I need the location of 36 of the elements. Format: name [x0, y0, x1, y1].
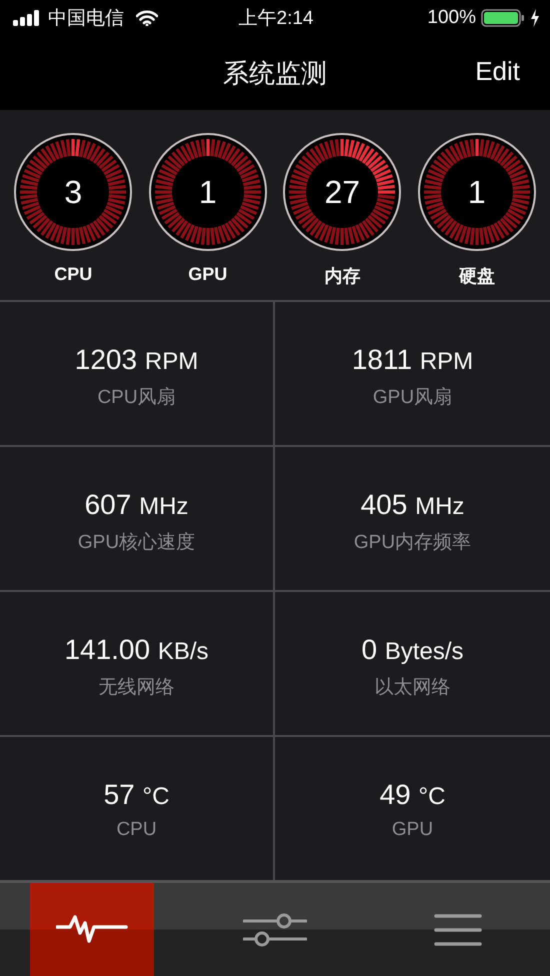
metric-label: GPU内存频率 [354, 531, 472, 555]
metric-value: 57 °C [104, 779, 170, 811]
metric-label: GPU [392, 819, 434, 841]
metric-label: GPU风扇 [372, 386, 452, 410]
signal-icon [12, 10, 42, 26]
tab-button[interactable] [30, 883, 154, 976]
gauge-label: GPU [188, 264, 228, 285]
edit-button[interactable]: Edit [473, 54, 522, 89]
gauge-label: 硬盘 [458, 265, 495, 288]
gauge-value: 1 [198, 176, 217, 208]
metric-value: 141.00 KB/s [64, 634, 209, 666]
sliders-icon [242, 912, 307, 948]
metric-label: CPU [116, 819, 157, 841]
screen-title: 系统监测 [223, 56, 327, 90]
battery-icon [481, 9, 526, 27]
metric-value: 607 MHz [84, 489, 188, 521]
gauge-value: 1 [468, 176, 486, 208]
gauge-label: 内存 [324, 265, 360, 288]
metric-value: 1811 RPM [352, 344, 474, 376]
gauge-value: 3 [64, 176, 82, 208]
metric-value: 49 °C [380, 779, 446, 811]
battery-percent: 100% [427, 7, 476, 29]
metric-value: 1203 RPM [74, 344, 198, 376]
gauge-label: CPU [54, 264, 92, 285]
metric-label: 以太网络 [374, 676, 450, 700]
metric-label: 无线网络 [98, 676, 174, 700]
clock-time: 上午2:14 [238, 7, 314, 31]
gauge-value: 27 [324, 176, 360, 208]
charging-icon [530, 9, 540, 27]
menu-icon [434, 912, 482, 948]
carrier-name: 中国电信 [48, 7, 124, 31]
metric-label: CPU风扇 [97, 386, 176, 410]
metric-value: 405 MHz [360, 489, 464, 521]
metric-value: 0 Bytes/s [361, 634, 464, 666]
wifi-icon [136, 10, 158, 26]
metric-label: GPU核心速度 [78, 531, 196, 555]
